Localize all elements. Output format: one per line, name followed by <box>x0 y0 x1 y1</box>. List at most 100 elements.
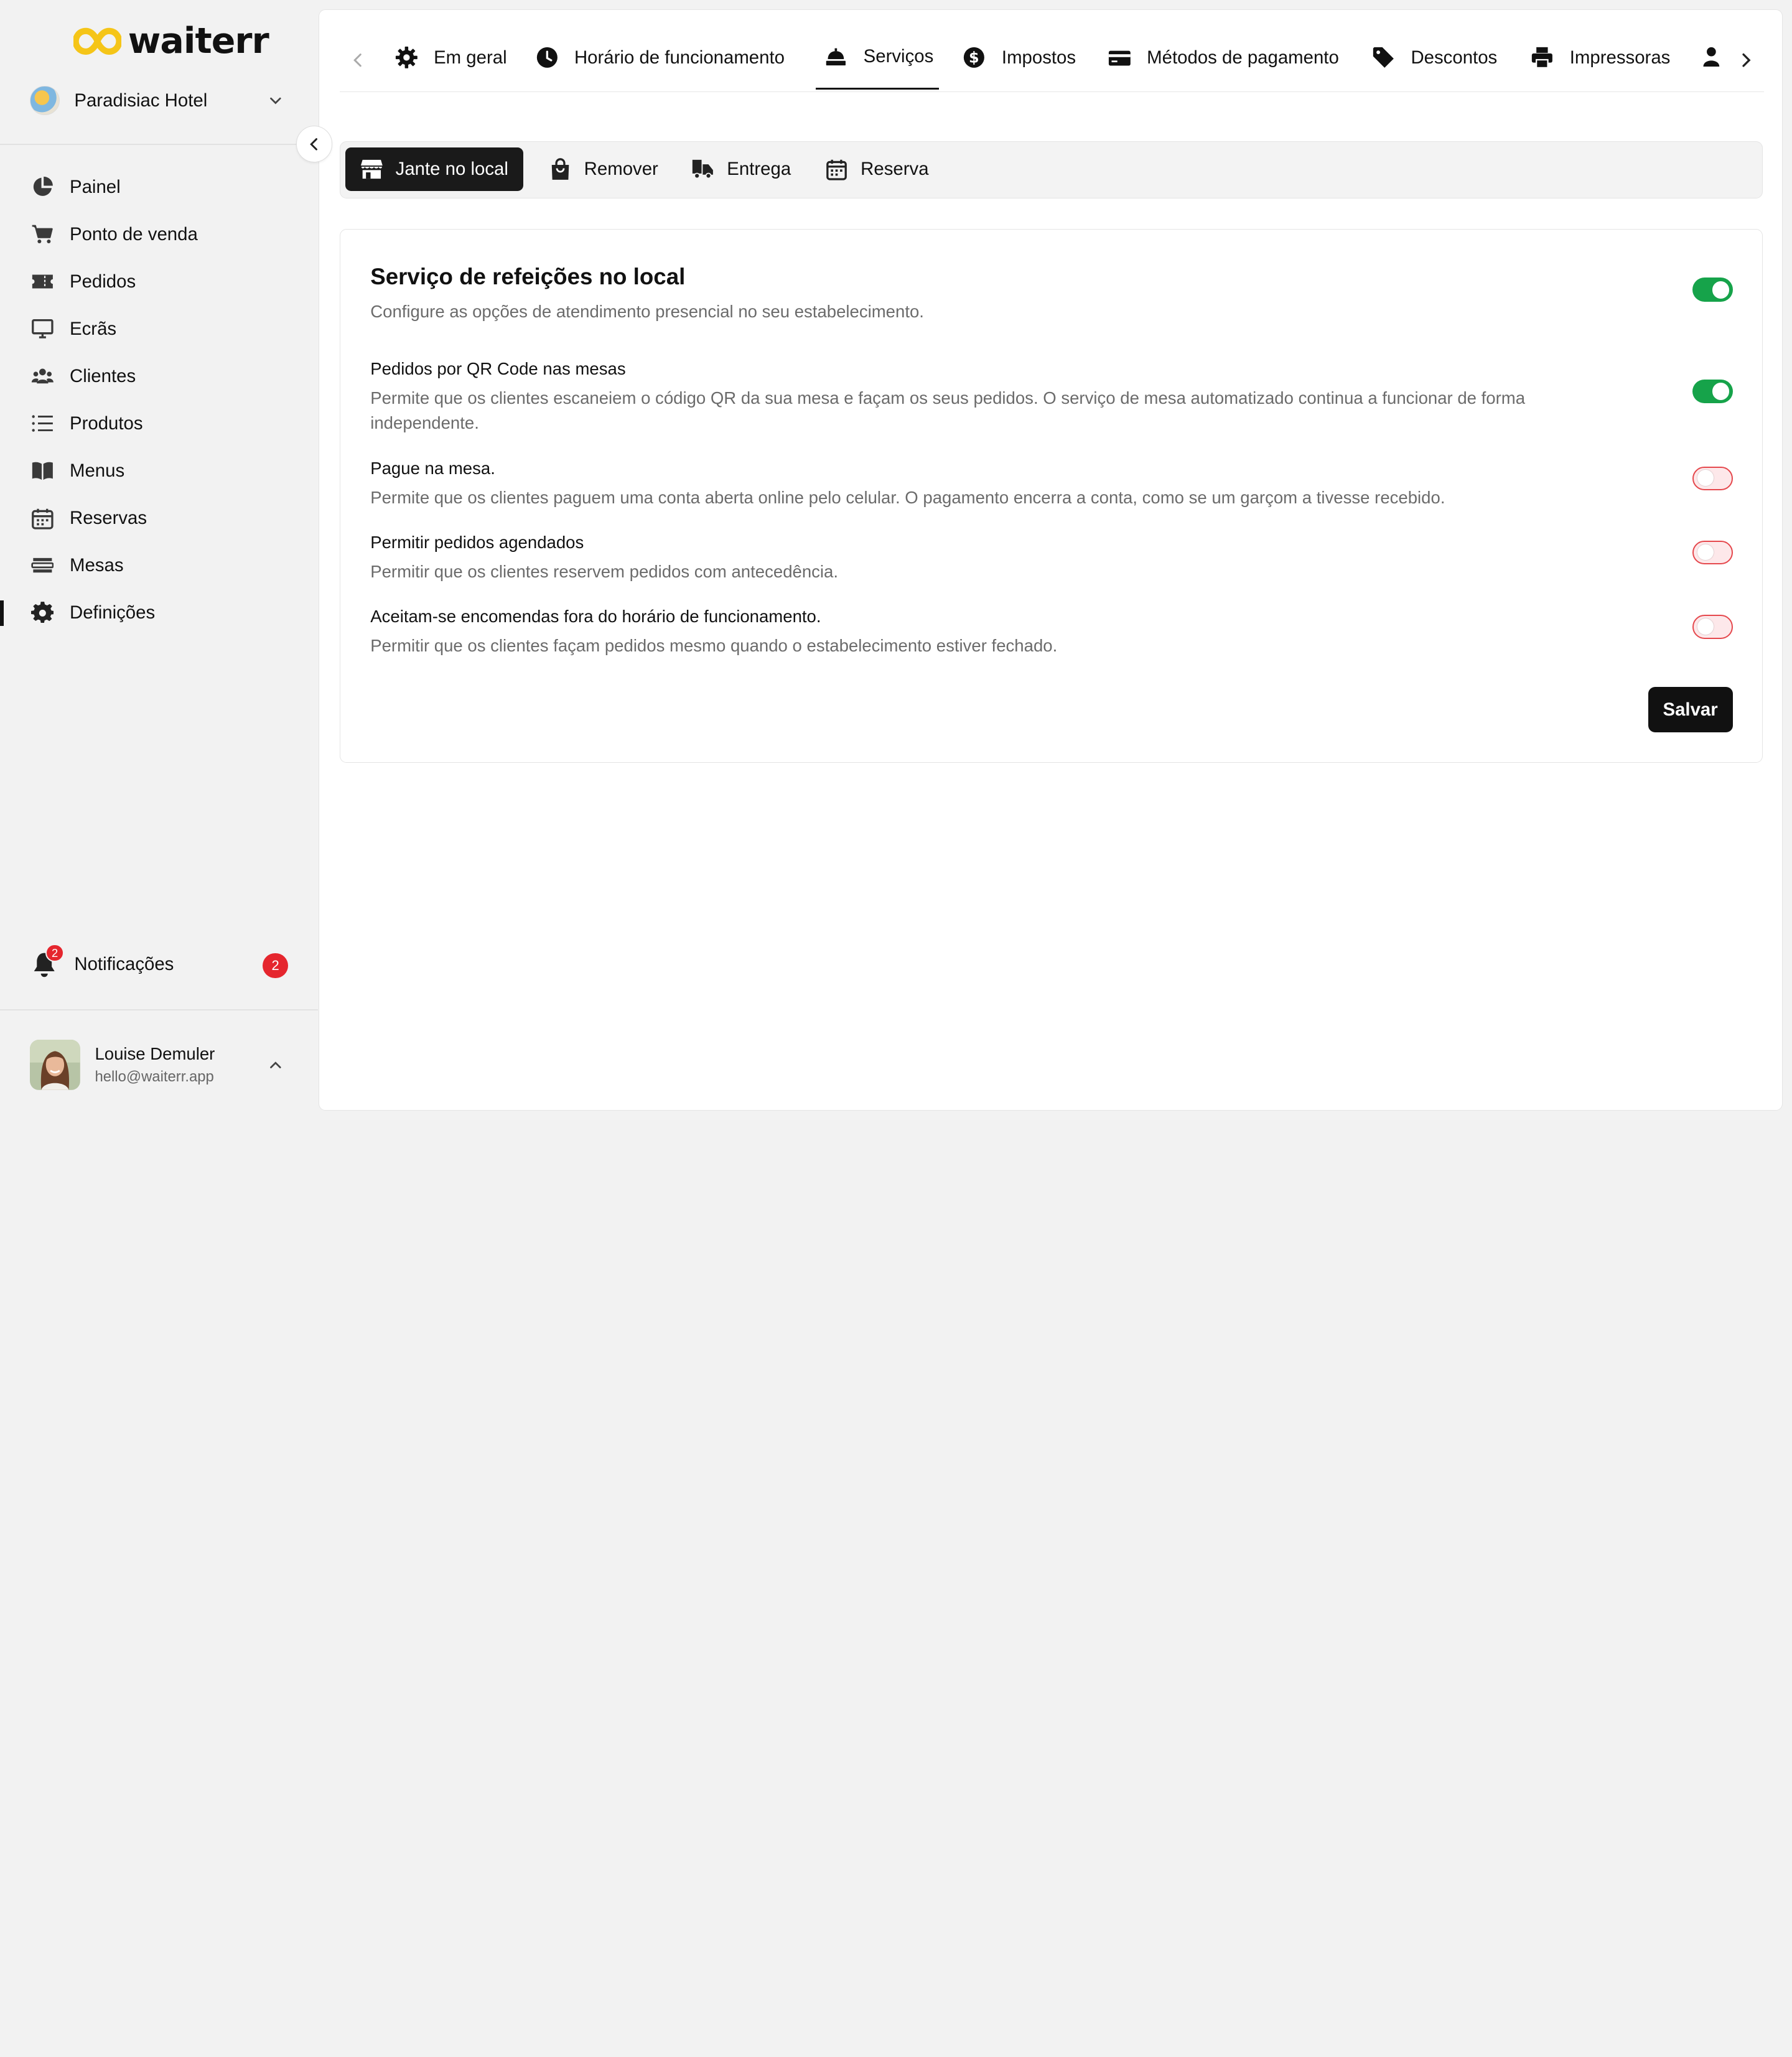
card-title: Serviço de refeições no local <box>370 264 686 290</box>
sidebar-item-label: Menus <box>70 460 125 481</box>
tabs-scroll-right-icon[interactable] <box>1737 51 1755 69</box>
sidebar-item-ponto-de-venda[interactable]: Ponto de venda <box>0 211 318 258</box>
tabs-scroll-left-icon[interactable] <box>349 51 367 69</box>
sidebar-divider <box>0 1009 318 1010</box>
user-name: Louise Demuler <box>95 1044 215 1064</box>
avatar <box>29 1040 80 1091</box>
sidebar-item-label: Mesas <box>70 554 124 576</box>
dine-in-settings-card: Serviço de refeições no local Configure … <box>340 229 1763 763</box>
book-icon <box>31 459 54 482</box>
brand-name: waiterr <box>128 21 269 62</box>
svg-text:$: $ <box>969 49 980 67</box>
notification-count-badge: 2 <box>263 953 288 979</box>
tab-em-geral[interactable]: Em geral <box>395 35 507 90</box>
store-icon <box>360 158 383 181</box>
card-description: Configure as opções de atendimento prese… <box>370 302 924 322</box>
scheduled-orders-toggle[interactable] <box>1692 540 1733 565</box>
notification-badge: 2 <box>45 944 64 963</box>
gear-icon <box>30 601 54 625</box>
sidebar-item-label: Reservas <box>70 507 147 528</box>
notifications-button[interactable]: 2 Notificações 2 <box>32 944 290 983</box>
tab-label: Em geral <box>434 47 507 68</box>
save-button[interactable]: Salvar <box>1648 687 1733 733</box>
tab-horario-de-funcionamento[interactable]: Horário de funcionamento <box>536 35 785 90</box>
tab-user-partial[interactable] <box>1700 35 1723 90</box>
chevron-left-icon <box>310 138 318 151</box>
sidebar-item-clientes[interactable]: Clientes <box>0 353 318 400</box>
sidebar-item-label: Produtos <box>70 413 143 434</box>
tab-label: Impressoras <box>1569 47 1671 68</box>
sidebar-item-ecras[interactable]: Ecrãs <box>0 306 318 353</box>
dine-in-enabled-toggle[interactable] <box>1692 278 1733 302</box>
option-title: Pedidos por QR Code nas mesas <box>370 358 626 378</box>
pie-chart-icon <box>31 175 54 198</box>
hotel-avatar <box>29 85 60 116</box>
tag-icon <box>1372 46 1395 69</box>
users-icon <box>31 365 54 388</box>
calendar-icon <box>31 507 54 530</box>
clock-icon <box>536 46 559 69</box>
gear-icon <box>395 46 418 69</box>
user-icon <box>1700 46 1723 69</box>
subtab-jante-no-local[interactable]: Jante no local <box>345 147 523 191</box>
option-description: Permite que os clientes paguem uma conta… <box>370 487 1445 507</box>
sidebar-item-label: Ecrãs <box>70 318 117 339</box>
credit-card-icon <box>1108 46 1131 69</box>
qr-code-orders-toggle[interactable] <box>1692 379 1733 404</box>
monitor-icon <box>31 317 54 340</box>
printer-icon <box>1531 46 1554 69</box>
option-description: Permite que os clientes escaneiem o códi… <box>370 388 1526 433</box>
tab-metodos-de-pagamento[interactable]: Métodos de pagamento <box>1108 35 1339 90</box>
user-menu[interactable]: Louise Demuler hello@waiterr.app <box>29 1039 291 1091</box>
subtab-remover[interactable]: Remover <box>534 147 673 191</box>
ticket-icon <box>31 270 54 293</box>
service-type-tabs: Jante no local Remover Entrega Reserva <box>340 141 1763 198</box>
subtab-label: Entrega <box>727 158 791 179</box>
sidebar-item-pedidos[interactable]: Pedidos <box>0 258 318 306</box>
sidebar-item-label: Clientes <box>70 365 136 386</box>
sidebar-item-reservas[interactable]: Reservas <box>0 495 318 542</box>
option-description: Permitir que os clientes façam pedidos m… <box>370 636 1058 656</box>
tab-label: Horário de funcionamento <box>574 47 785 68</box>
tab-impressoras[interactable]: Impressoras <box>1531 35 1670 90</box>
option-pay-at-table: Pague na mesa. Permite que os clientes p… <box>370 459 1627 510</box>
brand-logo[interactable]: waiterr <box>73 21 269 62</box>
tab-impostos[interactable]: $ Impostos <box>963 35 1076 90</box>
sidebar-item-definicoes[interactable]: Definições <box>0 589 318 637</box>
sidebar-item-menus[interactable]: Menus <box>0 447 318 495</box>
list-icon <box>31 412 54 435</box>
tab-servicos[interactable]: Serviços <box>815 35 940 90</box>
calendar-icon <box>825 158 848 181</box>
sidebar-item-label: Painel <box>70 176 121 197</box>
hotel-selector[interactable]: Paradisiac Hotel <box>29 82 291 119</box>
sidebar-item-painel[interactable]: Painel <box>0 164 318 211</box>
tab-descontos[interactable]: Descontos <box>1372 35 1497 90</box>
pay-at-table-toggle[interactable] <box>1692 466 1733 491</box>
hotel-name: Paradisiac Hotel <box>74 90 208 111</box>
settings-panel: Em geral Horário de funcionamento Serviç… <box>319 9 1783 1111</box>
option-after-hours-orders: Aceitam-se encomendas fora do horário de… <box>370 607 1627 658</box>
subtab-label: Remover <box>584 158 658 179</box>
cart-icon <box>31 223 54 246</box>
sidebar-item-mesas[interactable]: Mesas <box>0 542 318 589</box>
sidebar-item-label: Definições <box>70 602 156 623</box>
service-bell-icon <box>824 45 847 68</box>
subtab-entrega[interactable]: Entrega <box>676 147 806 191</box>
tab-label: Métodos de pagamento <box>1147 47 1339 68</box>
sidebar-item-produtos[interactable]: Produtos <box>0 400 318 447</box>
sidebar-nav: Painel Ponto de venda Pedidos Ecrãs Clie… <box>0 164 318 637</box>
subtab-reserva[interactable]: Reserva <box>810 147 943 191</box>
sidebar-item-label: Ponto de venda <box>70 223 198 245</box>
notifications-label: Notificações <box>74 954 174 975</box>
option-title: Aceitam-se encomendas fora do horário de… <box>370 607 821 627</box>
settings-tabs: Em geral Horário de funcionamento Serviç… <box>340 10 1764 92</box>
infinity-logo-icon <box>73 27 121 55</box>
after-hours-orders-toggle[interactable] <box>1692 615 1733 639</box>
user-info: Louise Demuler hello@waiterr.app <box>95 1044 215 1086</box>
collapse-sidebar-button[interactable] <box>296 126 333 162</box>
user-email: hello@waiterr.app <box>95 1068 214 1086</box>
subtab-label: Jante no local <box>395 158 508 179</box>
subtab-label: Reserva <box>861 158 929 179</box>
tab-label: Serviços <box>863 46 934 67</box>
option-title: Pague na mesa. <box>370 458 495 478</box>
